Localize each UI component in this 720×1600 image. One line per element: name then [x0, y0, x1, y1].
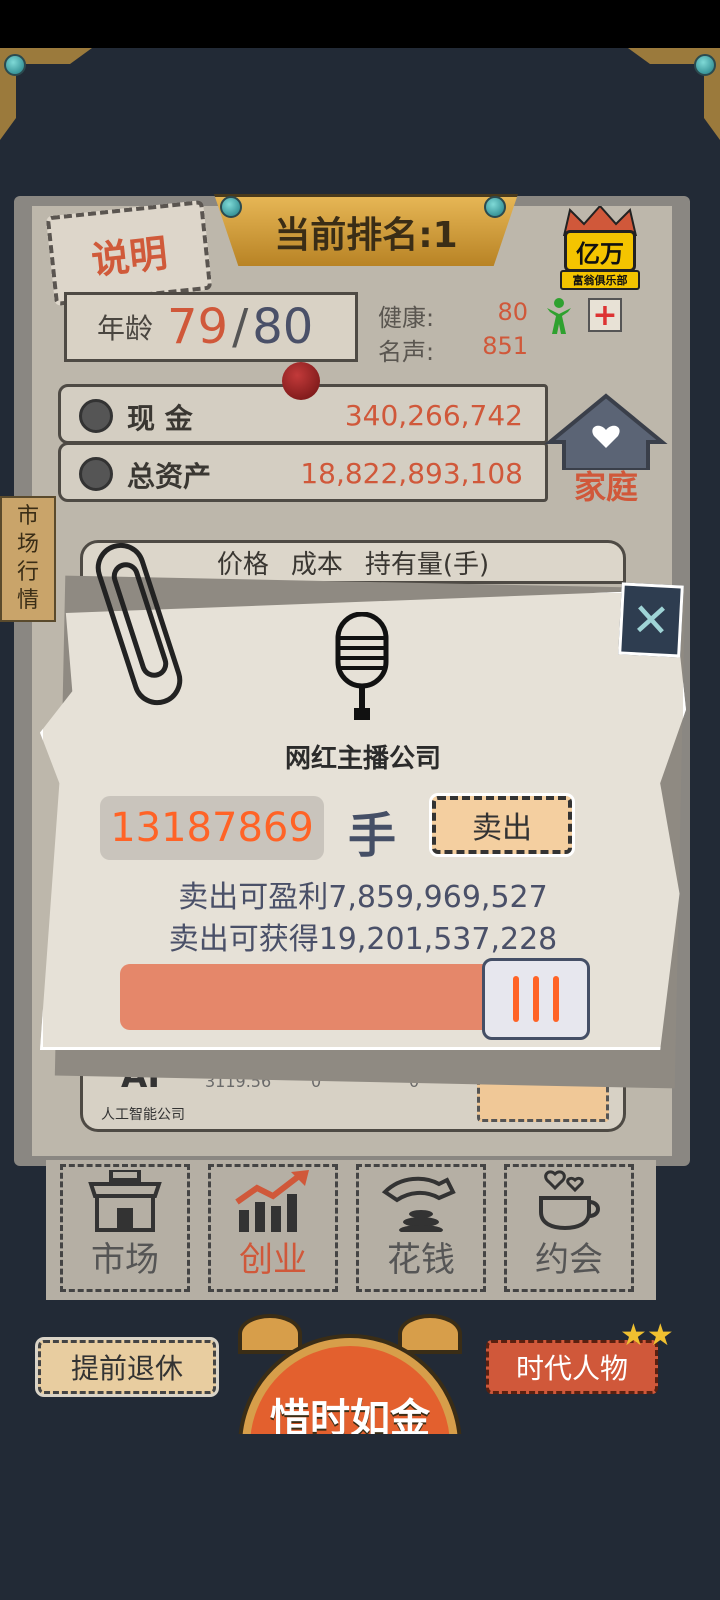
add-health-button[interactable]: + [588, 297, 622, 333]
house-icon [544, 393, 668, 472]
nav-market[interactable]: 市场 [60, 1164, 190, 1292]
close-popup-button[interactable]: ✕ [618, 582, 684, 658]
nav-business-label: 创业 [239, 1240, 307, 1280]
health-label: 健康: [378, 304, 435, 332]
coffee-date-icon [539, 1170, 600, 1231]
push-pin-icon [282, 362, 320, 400]
time-is-gold-button[interactable]: 惜时如金 [232, 1314, 468, 1554]
microphone-icon [335, 612, 389, 720]
column-price: 价格 [216, 549, 269, 580]
nav-spend-label: 花钱 [387, 1240, 455, 1280]
fame-label: 名声: [378, 338, 435, 366]
market-tab-char: 情 [16, 588, 39, 613]
rank-label: 当前排名:1 [274, 214, 458, 256]
sell-proceeds-text: 卖出可获得19,201,537,228 [168, 922, 558, 957]
market-tab-char: 场 [16, 532, 39, 557]
quantity-slider-handle[interactable] [482, 958, 590, 1040]
close-icon: ✕ [630, 592, 672, 648]
family-home-button[interactable]: 家庭 [544, 390, 668, 510]
sell-profit-text: 卖出可盈利7,859,969,527 [178, 880, 548, 915]
grip-line [553, 976, 559, 1022]
explain-button[interactable]: 说明 [45, 199, 213, 307]
nav-spend[interactable]: 花钱 [356, 1164, 486, 1292]
bottom-frame [0, 1434, 720, 1600]
health-value: 80 [497, 298, 528, 326]
coin-stack-icon [79, 399, 113, 433]
popup-company-name: 网红主播公司 [284, 744, 441, 774]
assets-label: 总资产 [127, 460, 212, 493]
coin-stack-icon [79, 457, 113, 491]
banner-stud-left [220, 196, 242, 218]
early-retire-button[interactable]: 提前退休 [38, 1340, 216, 1394]
clock-bell-right [398, 1314, 462, 1354]
age-current: 79 [167, 299, 229, 355]
growth-chart-icon [235, 1170, 309, 1232]
grip-line [513, 976, 519, 1022]
plus-icon: + [592, 297, 618, 333]
club-badge-main: 亿万 [564, 230, 636, 272]
nav-date[interactable]: 约会 [504, 1164, 634, 1292]
assets-row: 总资产 18,822,893,108 [58, 442, 548, 502]
sell-quantity-field[interactable]: 13187869 [100, 796, 324, 860]
family-label: 家庭 [573, 468, 638, 506]
billionaire-club-badge[interactable]: 亿万 富翁俱乐部 [560, 206, 640, 290]
age-panel: 年龄 79 / 80 [64, 292, 358, 362]
company-name: 人工智能公司 [101, 1107, 185, 1123]
fame-value: 851 [482, 332, 528, 360]
market-tab-char: 行 [16, 560, 39, 585]
age-label: 年龄 [97, 312, 154, 345]
sell-button[interactable]: 卖出 [432, 796, 572, 854]
market-info-tab[interactable]: 市 场 行 情 [0, 496, 56, 622]
clock-bell-left [238, 1314, 302, 1354]
column-holding: 持有量(手) [364, 549, 490, 580]
stars-icon: ★★ [620, 1318, 674, 1353]
age-max: 80 [252, 299, 314, 355]
grip-line [533, 976, 539, 1022]
age-separator: / [232, 299, 249, 355]
quantity-unit: 手 [348, 808, 397, 864]
market-tab-char: 市 [16, 504, 39, 529]
frame-corner-top-right [628, 48, 720, 140]
nav-market-label: 市场 [91, 1240, 159, 1280]
cash-value: 340,266,742 [344, 399, 523, 432]
assets-value: 18,822,893,108 [300, 457, 523, 490]
health-figure-icon [547, 298, 571, 334]
frame-corner-top-left [0, 48, 92, 140]
banner-stud-right [484, 196, 506, 218]
market-stall-icon [88, 1170, 162, 1232]
spend-money-icon [381, 1176, 456, 1232]
club-badge-sub: 富翁俱乐部 [560, 270, 640, 290]
nav-business[interactable]: 创业 [208, 1164, 338, 1292]
rank-banner: 当前排名:1 [214, 194, 518, 266]
explain-label: 说明 [89, 230, 170, 283]
cash-label: 现 金 [127, 402, 193, 435]
nav-date-label: 约会 [535, 1240, 603, 1280]
column-cost: 成本 [290, 549, 343, 580]
